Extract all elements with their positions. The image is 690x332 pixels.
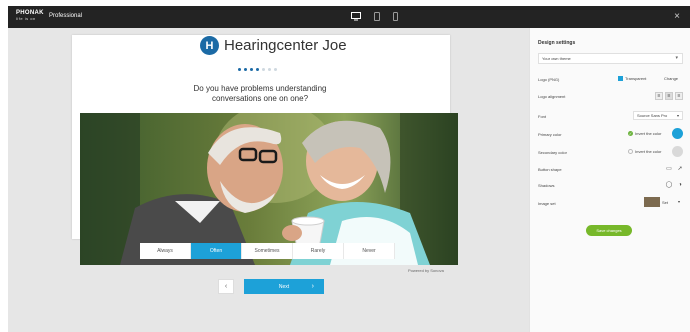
option-always[interactable]: Always: [140, 243, 191, 259]
logo-alignment-label: Logo alignment: [538, 94, 566, 99]
align-left-icon[interactable]: ≡: [655, 92, 663, 100]
logo-change-link[interactable]: Change: [664, 76, 678, 81]
save-changes-button[interactable]: Save changes: [586, 225, 632, 236]
progress-dot: [268, 68, 271, 71]
check-icon: ✓: [628, 131, 633, 136]
option-rarely[interactable]: Rarely: [293, 243, 344, 259]
align-center-icon[interactable]: ≡: [665, 92, 673, 100]
secondary-color-row: Secondary color Invert the color: [538, 146, 683, 160]
phonak-logo: PHONAK life is on: [16, 10, 44, 22]
survey-question: Do you have problems understanding conve…: [193, 84, 327, 103]
align-right-icon[interactable]: ≡: [675, 92, 683, 100]
checkbox-icon: [618, 76, 623, 81]
progress-dot: [256, 68, 259, 71]
design-settings-panel: Design settings Your own theme ▾ Logo (P…: [529, 28, 690, 332]
secondary-color-label: Secondary color: [538, 150, 567, 155]
logo-tagline: life is on: [16, 16, 36, 21]
phone-icon[interactable]: [393, 11, 398, 23]
answer-options: Always Often Sometimes Rarely Never: [140, 243, 395, 259]
rounded-button-icon[interactable]: ➚: [676, 165, 684, 173]
chevron-down-icon: ▾: [676, 113, 679, 118]
chevron-down-icon[interactable]: ▾: [678, 199, 680, 204]
product-name: Professional: [49, 13, 83, 19]
progress-dot: [274, 68, 277, 71]
secondary-invert-option[interactable]: Invert the color: [628, 149, 661, 154]
image-set-value: Set: [662, 200, 669, 205]
brand-name: Hearingcenter Joe: [224, 37, 347, 54]
font-row: Font Source Sans Pro ▾: [538, 111, 683, 124]
primary-color-label: Primary color: [538, 132, 562, 137]
option-often[interactable]: Often: [191, 243, 242, 259]
font-select[interactable]: Source Sans Pro ▾: [633, 111, 683, 120]
chevron-right-icon: ›: [311, 283, 314, 290]
logo-option-label: Transparent: [625, 76, 647, 81]
image-set-thumbnail[interactable]: [644, 197, 660, 207]
primary-invert-option[interactable]: ✓ Invert the color: [628, 131, 661, 136]
brand-header: H Hearingcenter Joe: [200, 36, 347, 55]
button-shape-label: Button shape: [538, 167, 562, 172]
logo-alignment-row: Logo alignment ≡ ≡ ≡: [538, 92, 683, 104]
logo-label: Logo (PNG): [538, 77, 560, 82]
panel-title: Design settings: [538, 40, 576, 46]
shadow-on-icon[interactable]: ◑: [676, 181, 684, 189]
close-icon[interactable]: ×: [674, 11, 680, 22]
top-bar: PHONAK life is on Professional ×: [8, 6, 690, 28]
progress-dot: [250, 68, 253, 71]
image-set-label: Image set: [538, 201, 556, 206]
shadows-row: Shadows ◯ ◑: [538, 181, 683, 193]
powered-by: Powered by Sonova: [408, 268, 444, 273]
logo-transparent-option[interactable]: Transparent: [618, 76, 646, 81]
secondary-invert-label: Invert the color: [635, 149, 662, 154]
back-button[interactable]: ‹: [218, 279, 234, 294]
next-button[interactable]: Next ›: [244, 279, 324, 294]
primary-color-row: Primary color ✓ Invert the color: [538, 128, 683, 142]
progress-dot: [238, 68, 241, 71]
image-set-row: Image set Set ▾: [538, 197, 683, 211]
progress-dots: [238, 68, 277, 71]
option-never[interactable]: Never: [344, 243, 395, 259]
theme-select[interactable]: Your own theme ▾: [538, 53, 683, 64]
brand-logo-icon: H: [200, 36, 219, 55]
secondary-color-swatch[interactable]: [672, 146, 683, 157]
progress-dot: [262, 68, 265, 71]
theme-select-value: Your own theme: [542, 56, 571, 61]
button-shape-row: Button shape ▭ ➚: [538, 165, 683, 177]
font-label: Font: [538, 114, 547, 119]
shadows-label: Shadows: [538, 183, 555, 188]
desktop-icon[interactable]: [351, 11, 361, 23]
next-label: Next: [278, 283, 290, 290]
radio-icon: [628, 149, 633, 154]
option-sometimes[interactable]: Sometimes: [242, 243, 293, 259]
font-select-value: Source Sans Pro: [637, 113, 668, 118]
shadow-off-icon[interactable]: ◯: [665, 181, 673, 189]
primary-color-swatch[interactable]: [672, 128, 683, 139]
progress-dot: [244, 68, 247, 71]
square-button-icon[interactable]: ▭: [665, 165, 673, 173]
logo-row: Logo (PNG) Transparent Change: [538, 75, 683, 87]
primary-invert-label: Invert the color: [635, 131, 662, 136]
chevron-down-icon: ▾: [675, 55, 678, 61]
tablet-icon[interactable]: [374, 11, 380, 23]
device-switcher: [351, 11, 398, 23]
